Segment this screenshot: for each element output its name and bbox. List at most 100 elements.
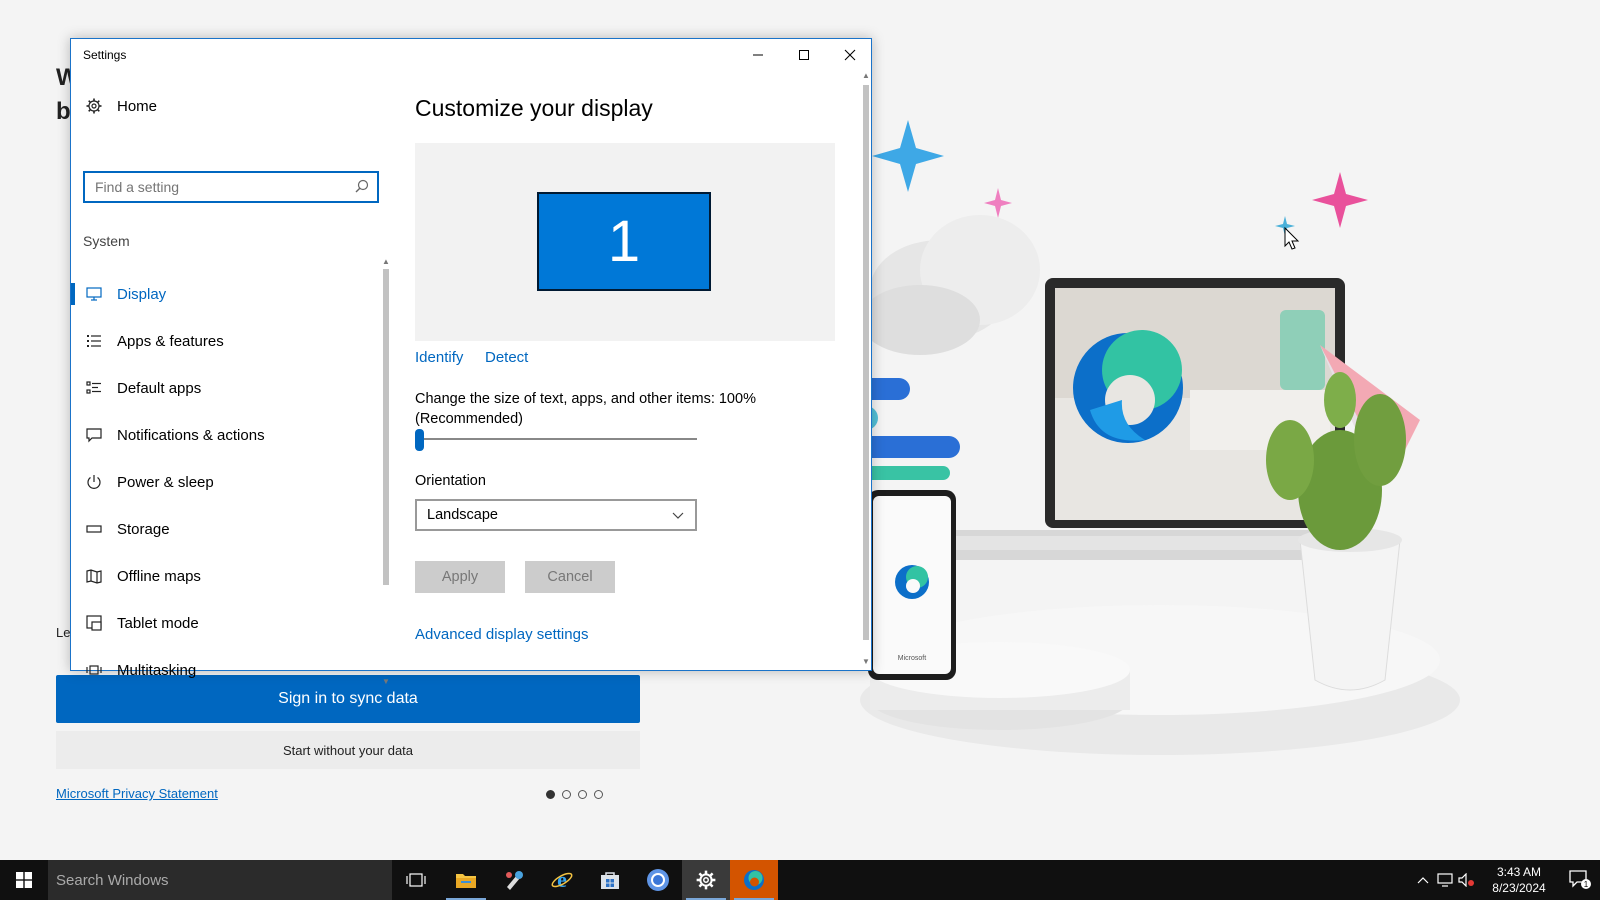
sidebar-item-label: Multitasking	[117, 661, 197, 679]
paint-icon	[506, 871, 523, 890]
store-button[interactable]	[586, 860, 634, 900]
partial-text: Le	[56, 625, 71, 640]
scroll-up-arrow-icon[interactable]: ▲	[381, 257, 391, 266]
sidebar-item-apps-features[interactable]: Apps & features	[71, 318, 381, 364]
pager-dots	[546, 790, 603, 799]
sidebar-item-power-sleep[interactable]: Power & sleep	[71, 459, 381, 505]
pager-dot[interactable]	[562, 790, 571, 799]
sidebar-item-notifications[interactable]: Notifications & actions	[71, 412, 381, 458]
pager-dot[interactable]	[578, 790, 587, 799]
sidebar-item-label: Notifications & actions	[117, 426, 265, 444]
sparkle-icon	[984, 188, 1012, 218]
slider-track[interactable]	[415, 438, 697, 440]
scroll-up-arrow-icon[interactable]: ▲	[861, 71, 871, 80]
settings-sidebar: Home System Display Apps & features Defa…	[71, 71, 390, 686]
storage-icon	[71, 525, 117, 533]
sparkle-icon	[1312, 172, 1368, 228]
search-icon	[355, 179, 369, 198]
sidebar-item-multitasking[interactable]: Multitasking	[71, 647, 381, 693]
minimize-icon	[753, 54, 763, 56]
power-icon	[71, 474, 117, 490]
minimize-button[interactable]	[735, 39, 781, 71]
paint-button[interactable]	[490, 860, 538, 900]
chevron-down-icon	[671, 508, 685, 526]
sidebar-item-display[interactable]: Display	[71, 271, 381, 317]
internet-explorer-icon: e	[551, 868, 573, 892]
scrollbar-thumb[interactable]	[863, 85, 869, 640]
settings-icon	[696, 870, 716, 890]
scroll-down-arrow-icon[interactable]: ▼	[861, 657, 871, 666]
file-explorer-button[interactable]	[442, 860, 490, 900]
privacy-statement-link[interactable]: Microsoft Privacy Statement	[56, 786, 218, 801]
sidebar-item-label: Default apps	[117, 379, 202, 397]
orientation-label: Orientation	[415, 473, 486, 489]
close-button[interactable]	[827, 39, 873, 71]
orientation-dropdown[interactable]: Landscape	[415, 499, 697, 531]
pager-dot[interactable]	[546, 790, 555, 799]
title-bar[interactable]: Settings	[71, 39, 871, 71]
taskbar: Search Windows e 3:43 AM 8/23/2024 1	[0, 860, 1600, 900]
sidebar-item-label: Storage	[117, 520, 170, 538]
start-without-data-button[interactable]: Start without your data	[56, 731, 640, 769]
list-icon	[71, 334, 117, 348]
task-view-icon	[406, 873, 426, 887]
map-icon	[71, 568, 117, 584]
chevron-up-icon[interactable]	[1412, 876, 1434, 884]
settings-window: Settings Home System Display	[70, 38, 872, 686]
edge-icon	[744, 870, 764, 890]
message-icon	[71, 427, 117, 443]
volume-muted-icon[interactable]	[1456, 873, 1478, 887]
gear-icon	[71, 98, 117, 114]
apply-button[interactable]: Apply	[415, 561, 505, 593]
find-setting-search[interactable]	[83, 171, 379, 203]
sidebar-item-storage[interactable]: Storage	[71, 506, 381, 552]
multitask-icon	[71, 664, 117, 676]
sparkle-icon	[872, 120, 944, 192]
clock[interactable]: 3:43 AM 8/23/2024	[1478, 864, 1560, 896]
page-title: Customize your display	[415, 95, 653, 121]
sidebar-item-tablet-mode[interactable]: Tablet mode	[71, 600, 381, 646]
sidebar-item-offline-maps[interactable]: Offline maps	[71, 553, 381, 599]
default-apps-icon	[71, 381, 117, 395]
windows-logo-icon	[16, 872, 32, 888]
taskbar-search-box[interactable]: Search Windows	[48, 860, 392, 900]
pager-dot[interactable]	[594, 790, 603, 799]
maximize-button[interactable]	[781, 39, 827, 71]
monitor-tile[interactable]: 1	[537, 192, 711, 291]
phone-brand-text: Microsoft	[898, 655, 926, 662]
scroll-down-arrow-icon[interactable]: ▼	[381, 677, 391, 686]
edge-taskbar-button[interactable]	[730, 860, 778, 900]
scrollbar-thumb[interactable]	[383, 269, 389, 585]
tablet-icon	[71, 615, 117, 631]
internet-explorer-button[interactable]: e	[538, 860, 586, 900]
window-title: Settings	[83, 48, 127, 62]
sidebar-scrollbar[interactable]: ▲ ▼	[381, 257, 391, 687]
action-center-button[interactable]: 1	[1560, 860, 1600, 900]
task-view-button[interactable]	[392, 860, 440, 900]
sidebar-item-default-apps[interactable]: Default apps	[71, 365, 381, 411]
orientation-value: Landscape	[427, 507, 498, 523]
edge-welcome-illustration: Microsoft	[860, 120, 1460, 755]
chrome-button[interactable]	[634, 860, 682, 900]
store-icon	[601, 872, 619, 889]
advanced-display-settings-link[interactable]: Advanced display settings	[415, 626, 588, 643]
display-arrangement-preview: 1	[415, 143, 835, 341]
slider-thumb[interactable]	[415, 429, 424, 451]
content-scrollbar[interactable]: ▲ ▼	[861, 71, 871, 669]
svg-text:e: e	[557, 868, 567, 892]
start-button[interactable]	[0, 860, 48, 900]
network-icon[interactable]	[1434, 873, 1456, 887]
cancel-button[interactable]: Cancel	[525, 561, 615, 593]
sidebar-item-label: Apps & features	[117, 332, 224, 350]
sidebar-item-home[interactable]: Home	[71, 83, 381, 129]
partial-heading-line-2: b	[56, 98, 71, 125]
settings-taskbar-button[interactable]	[682, 860, 730, 900]
section-label-system: System	[83, 233, 130, 249]
identify-link[interactable]: Identify	[415, 349, 463, 366]
sidebar-item-label: Power & sleep	[117, 473, 214, 491]
display-settings-content: Customize your display 1 Identify Detect…	[415, 71, 845, 669]
detect-link[interactable]: Detect	[485, 349, 528, 366]
search-input[interactable]	[85, 173, 335, 201]
scale-slider[interactable]	[415, 429, 697, 451]
mouse-cursor-icon	[1284, 226, 1300, 250]
